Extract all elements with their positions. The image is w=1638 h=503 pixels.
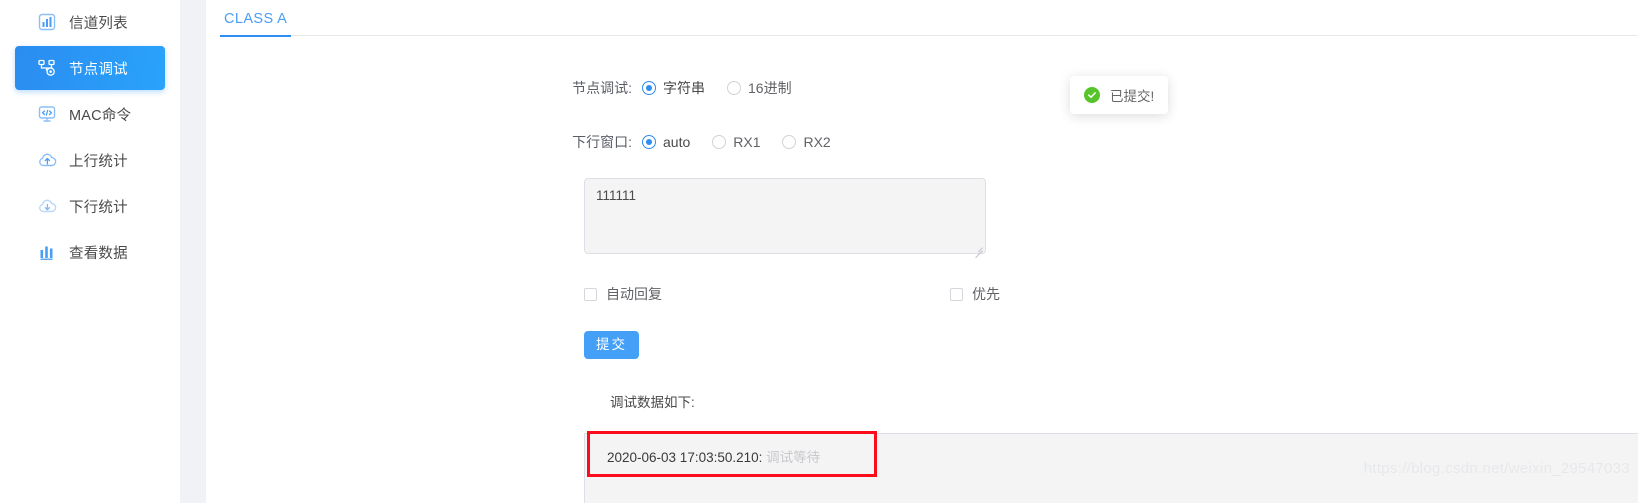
radio-mode-hex[interactable]: 16进制 bbox=[727, 78, 792, 98]
node-debug-icon bbox=[37, 58, 57, 78]
sidebar-item-label: 下行统计 bbox=[69, 199, 128, 216]
sidebar-item-label: 节点调试 bbox=[69, 61, 128, 78]
radio-dot-icon bbox=[782, 135, 797, 149]
checkbox-priority[interactable]: 优先 bbox=[950, 284, 1000, 304]
node-debug-mode-label: 节点调试: bbox=[572, 80, 632, 96]
layout-gutter bbox=[180, 0, 206, 503]
content-area: CLASS A 节点调试: 字符串 16进制 下行窗口: auto RX1 RX… bbox=[206, 0, 1638, 503]
radio-label: RX1 bbox=[733, 134, 761, 150]
radio-label: 字符串 bbox=[663, 80, 705, 96]
log-timestamp: 2020-06-03 17:03:50.210: bbox=[607, 450, 763, 465]
checkbox-box-icon bbox=[950, 287, 963, 301]
check-circle-icon bbox=[1084, 87, 1100, 103]
payload-textarea-wrapper bbox=[584, 178, 986, 254]
tab-class-a[interactable]: CLASS A bbox=[220, 2, 292, 37]
log-entry: 2020-06-03 17:03:50.210: 调试等待 bbox=[607, 446, 820, 466]
downlink-window-row: 下行窗口: auto RX1 RX2 bbox=[546, 132, 831, 152]
radio-label: RX2 bbox=[803, 134, 831, 150]
sidebar-item-label: 信道列表 bbox=[69, 15, 128, 32]
downlink-window-label: 下行窗口: bbox=[572, 134, 632, 150]
toast-message: 已提交! bbox=[1110, 89, 1155, 104]
log-message: 调试等待 bbox=[766, 450, 821, 465]
radio-dot-icon bbox=[642, 135, 656, 149]
sidebar-item-mac-command[interactable]: MAC命令 bbox=[15, 92, 165, 136]
radio-dot-icon bbox=[727, 81, 741, 95]
bar-chart-icon bbox=[37, 242, 57, 262]
sidebar-item-uplink-stats[interactable]: 上行统计 bbox=[15, 138, 165, 182]
radio-label: 16进制 bbox=[748, 80, 792, 96]
radio-window-rx1[interactable]: RX1 bbox=[712, 134, 760, 150]
checkbox-label: 优先 bbox=[972, 286, 1000, 302]
cloud-download-icon bbox=[37, 196, 57, 216]
sidebar-item-label: MAC命令 bbox=[69, 107, 132, 124]
sidebar-item-label: 上行统计 bbox=[69, 153, 128, 170]
success-toast: 已提交! bbox=[1070, 76, 1169, 114]
app-root: 信道列表 节点调试 MAC命令 上行统计 下行统计 查看数据 CLASS A 节… bbox=[0, 0, 1638, 503]
checkbox-auto-reply[interactable]: 自动回复 bbox=[584, 284, 662, 304]
sidebar-item-view-data[interactable]: 查看数据 bbox=[15, 230, 165, 274]
radio-mode-string[interactable]: 字符串 bbox=[642, 78, 705, 98]
sidebar-item-downlink-stats[interactable]: 下行统计 bbox=[15, 184, 165, 228]
node-debug-mode-row: 节点调试: 字符串 16进制 bbox=[546, 78, 792, 98]
payload-textarea[interactable] bbox=[584, 178, 986, 254]
sidebar-item-channel-list[interactable]: 信道列表 bbox=[15, 0, 165, 44]
tab-bar: CLASS A bbox=[220, 0, 1638, 37]
checkbox-label: 自动回复 bbox=[606, 286, 662, 302]
watermark-text: https://blog.csdn.net/weixin_29547033 bbox=[1363, 460, 1630, 477]
submit-button[interactable]: 提交 bbox=[584, 331, 639, 359]
code-monitor-icon bbox=[37, 104, 57, 124]
sidebar-item-label: 查看数据 bbox=[69, 245, 128, 262]
debug-data-title: 调试数据如下: bbox=[610, 395, 695, 410]
radio-window-auto[interactable]: auto bbox=[642, 134, 690, 150]
sidebar-item-node-debug[interactable]: 节点调试 bbox=[15, 46, 165, 90]
radio-dot-icon bbox=[642, 81, 656, 95]
radio-window-rx2[interactable]: RX2 bbox=[782, 134, 831, 150]
chart-bars-icon bbox=[37, 12, 57, 32]
tab-label: CLASS A bbox=[224, 11, 288, 27]
radio-label: auto bbox=[663, 134, 691, 150]
cloud-upload-icon bbox=[37, 150, 57, 170]
sidebar: 信道列表 节点调试 MAC命令 上行统计 下行统计 查看数据 bbox=[0, 0, 180, 503]
radio-dot-icon bbox=[712, 135, 727, 149]
checkbox-box-icon bbox=[584, 287, 597, 301]
